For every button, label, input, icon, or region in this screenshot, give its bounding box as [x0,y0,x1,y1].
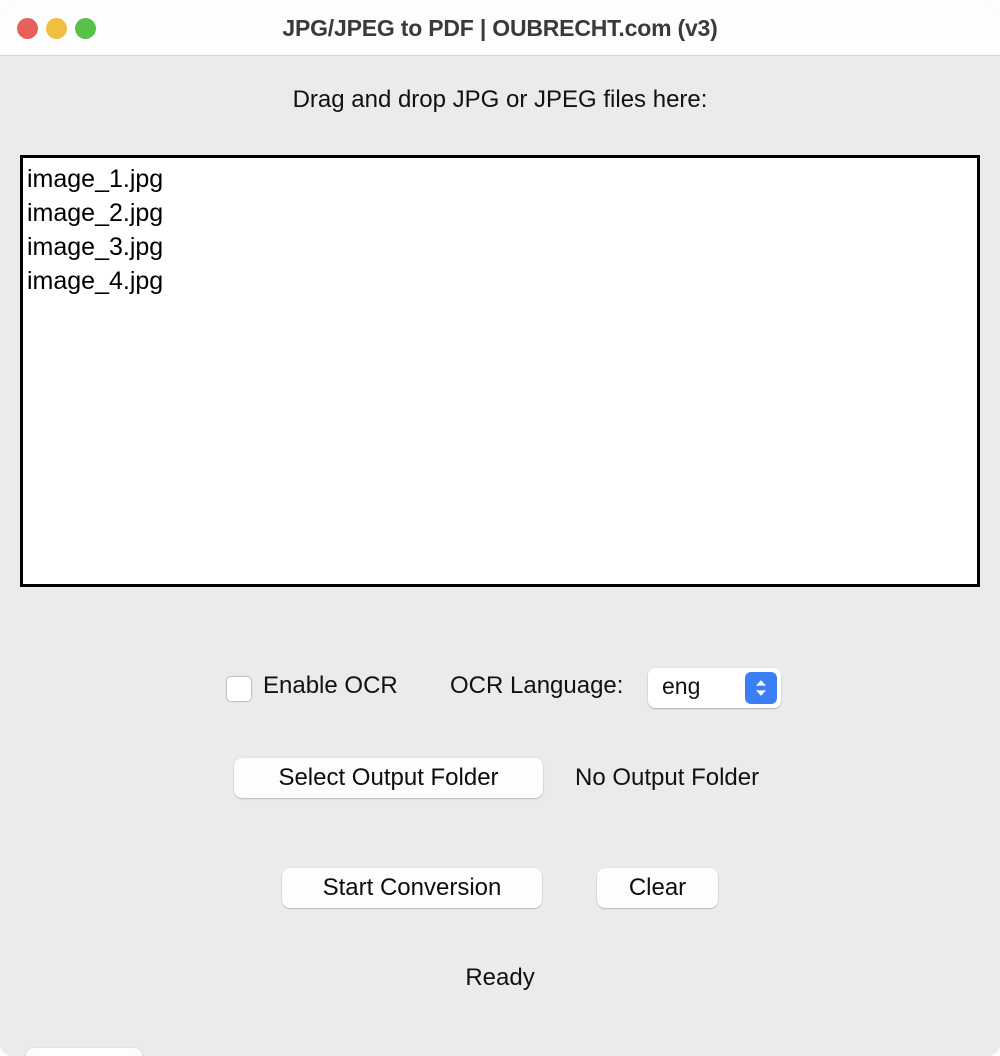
app-window: JPG/JPEG to PDF | OUBRECHT.com (v3) Drag… [0,0,1000,1056]
output-folder-status: No Output Folder [575,764,760,791]
window-title: JPG/JPEG to PDF | OUBRECHT.com (v3) [282,15,718,41]
maximize-window-button[interactable] [75,18,96,39]
chevron-up-down-icon[interactable] [745,672,777,704]
ocr-language-value: eng [662,673,701,699]
drop-instruction-label: Drag and drop JPG or JPEG files here: [292,86,708,113]
title-bar: JPG/JPEG to PDF | OUBRECHT.com (v3) [0,0,1000,56]
enable-ocr-checkbox[interactable] [226,676,252,702]
file-drop-list[interactable]: image_1.jpg image_2.jpg image_3.jpg imag… [20,155,980,587]
status-text: Ready [465,964,535,991]
ocr-options-row: Enable OCR OCR Language: [0,612,1000,702]
list-item[interactable]: image_4.jpg [27,264,977,298]
help-button[interactable]: Help [26,1048,142,1056]
start-conversion-button[interactable]: Start Conversion [282,868,542,908]
enable-ocr-label[interactable]: Enable OCR [263,672,398,700]
close-window-button[interactable] [17,18,38,39]
clear-button[interactable]: Clear [597,868,718,908]
ocr-language-select[interactable]: eng [648,668,781,708]
window-body: Drag and drop JPG or JPEG files here: im… [0,56,1000,1056]
select-output-folder-button[interactable]: Select Output Folder [234,758,543,798]
traffic-light-group [17,18,96,39]
list-item[interactable]: image_1.jpg [27,162,977,196]
list-item[interactable]: image_2.jpg [27,196,977,230]
minimize-window-button[interactable] [46,18,67,39]
list-item[interactable]: image_3.jpg [27,230,977,264]
ocr-language-label: OCR Language: [450,672,624,699]
